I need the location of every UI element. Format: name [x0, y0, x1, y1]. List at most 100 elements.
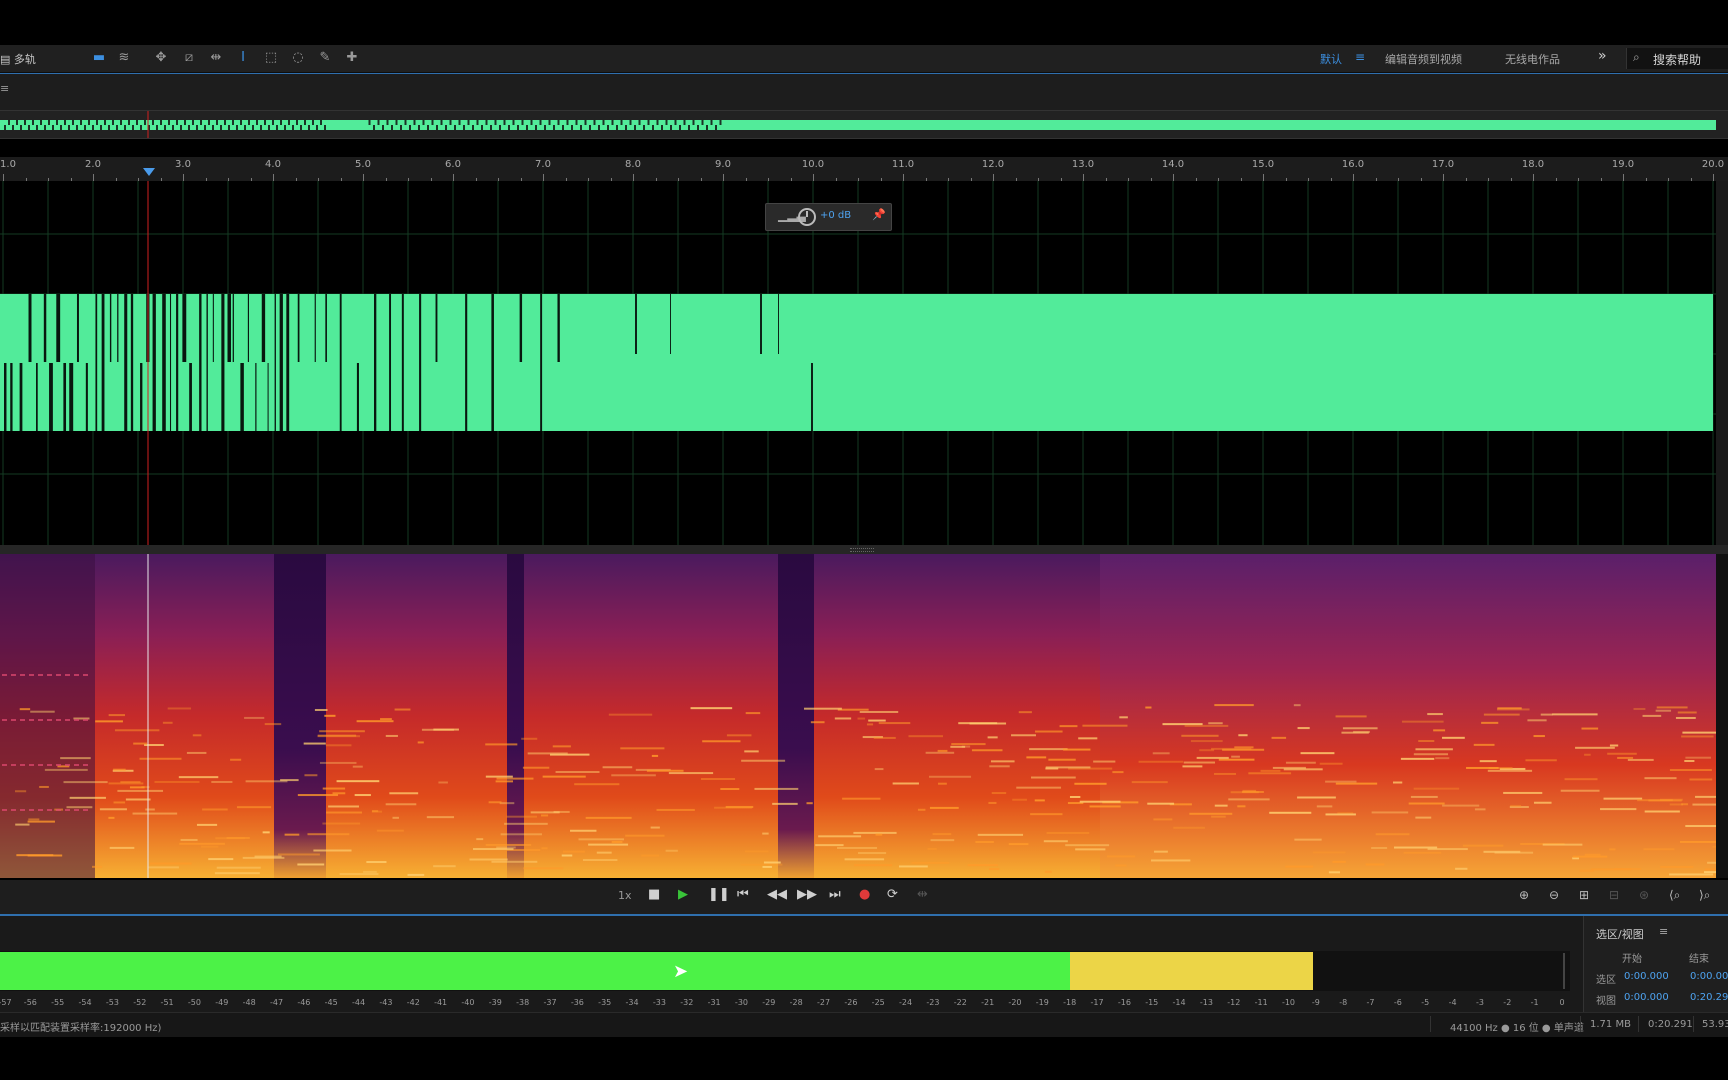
view-end-field[interactable]: 0:20.291 — [1690, 992, 1728, 1003]
loop-button[interactable]: ⟳ — [887, 887, 898, 902]
spectrogram-harmonic — [1393, 846, 1438, 849]
spectrogram-harmonic — [1533, 735, 1545, 738]
spectrogram-harmonic — [328, 805, 360, 808]
go-to-start-button[interactable]: ⏮ — [737, 887, 749, 902]
spectrogram-harmonic — [720, 788, 740, 791]
playback-speed[interactable]: 1x — [618, 889, 632, 902]
spectrogram-harmonic — [1325, 813, 1356, 816]
skip-selection-button[interactable]: ⇹ — [917, 887, 928, 902]
spectrogram-harmonic — [1189, 812, 1233, 815]
marquee-tool-icon[interactable]: ⬚ — [262, 49, 280, 67]
spectrogram-harmonic — [438, 781, 448, 784]
fast-forward-button[interactable]: ▶▶ — [797, 887, 817, 902]
move-tool-icon[interactable]: ✥ — [152, 49, 170, 67]
selection-start-field[interactable]: 0:00.000 — [1624, 971, 1669, 982]
spectrogram-harmonic — [1248, 772, 1292, 775]
stop-button[interactable]: ■ — [648, 887, 660, 902]
overview-gap — [8, 120, 10, 125]
editor-panel-header: ≡ — [0, 74, 1728, 110]
overview-gap — [566, 120, 569, 125]
level-scale-label: -19 — [1035, 998, 1049, 1007]
overview-gap — [116, 125, 118, 130]
lasso-tool-icon[interactable]: ◌ — [289, 49, 307, 67]
spectrogram-harmonic — [1660, 865, 1694, 868]
volume-hud[interactable]: ▁▂▃ +0 dB 📌 — [765, 203, 892, 231]
workspace-default[interactable]: 默认 — [1320, 51, 1342, 67]
healing-tool-icon[interactable]: ✚ — [343, 49, 361, 67]
zoom-in-right-icon[interactable]: ⟩⌕ — [1699, 888, 1710, 903]
spectrogram-harmonic — [19, 708, 31, 711]
go-to-end-button[interactable]: ⏭ — [829, 887, 841, 902]
pause-button[interactable]: ❚❚ — [708, 887, 730, 902]
spectrogram-harmonic — [114, 729, 160, 732]
spectrogram-harmonic — [1415, 748, 1453, 751]
spectrogram-harmonic — [1675, 716, 1696, 719]
workspace-radio[interactable]: 无线电作品 — [1505, 51, 1560, 67]
frequency-scrollbar[interactable] — [1716, 554, 1728, 878]
spectrogram-harmonic — [319, 761, 357, 764]
splitter-grip[interactable] — [850, 548, 874, 552]
zoom-in-left-icon[interactable]: ⟨⌕ — [1669, 888, 1680, 903]
more-workspaces-icon[interactable]: » — [1598, 48, 1607, 64]
overview-gap — [268, 125, 270, 130]
brush-tool-icon[interactable]: ✎ — [316, 49, 334, 67]
level-scale-label: -4 — [1448, 998, 1457, 1007]
workspace-menu-icon[interactable]: ≡ — [1355, 50, 1365, 64]
spectrogram-harmonic — [1401, 720, 1444, 723]
ruler-tick-label: 17.0 — [1431, 159, 1455, 170]
time-selection-tool-icon[interactable]: I — [234, 49, 252, 67]
ruler-tick — [183, 174, 184, 181]
zoom-out-amplitude-icon[interactable]: ⊖ — [1549, 888, 1559, 902]
selection-end-field[interactable]: 0:00.000 — [1690, 971, 1728, 982]
spectrogram-harmonic — [236, 806, 272, 809]
zoom-in-amplitude-icon[interactable]: ⊕ — [1519, 888, 1529, 902]
multitrack-button[interactable]: ▤ 多轨 — [0, 51, 36, 67]
level-scale-label: -41 — [434, 998, 448, 1007]
waveform-gap — [465, 294, 468, 431]
spectral-frequency-display[interactable] — [0, 554, 1716, 878]
file-size: 1.71 MB — [1590, 1019, 1631, 1030]
amplitude-scrollbar[interactable] — [1716, 181, 1728, 545]
record-button[interactable]: ● — [859, 887, 870, 902]
overview-gap — [710, 120, 713, 125]
workspace-edit-video[interactable]: 编辑音频到视频 — [1385, 51, 1462, 67]
overview-gap — [638, 120, 641, 125]
slip-tool-icon[interactable]: ⇹ — [207, 49, 225, 67]
waveform-gap — [557, 294, 560, 362]
level-scale-label: -21 — [981, 998, 995, 1007]
level-scale-label: -14 — [1172, 998, 1186, 1007]
pin-icon[interactable]: 📌 — [872, 208, 886, 221]
play-button[interactable]: ▶ — [678, 887, 688, 902]
ruler-tick — [453, 174, 454, 181]
rewind-button[interactable]: ◀◀ — [767, 887, 787, 902]
search-help-box[interactable]: ⌕ 搜索帮助 — [1626, 48, 1728, 69]
view-start-field[interactable]: 0:00.000 — [1624, 992, 1669, 1003]
overview-gap — [12, 125, 14, 130]
overview-bar[interactable] — [0, 110, 1728, 139]
volume-knob[interactable] — [798, 208, 816, 226]
selection-view-menu-icon[interactable]: ≡ — [1659, 925, 1668, 938]
view-splitter[interactable] — [0, 545, 1728, 554]
waveform-view-icon[interactable]: ▬ — [90, 49, 108, 67]
zoom-center-icon[interactable]: ⊛ — [1639, 888, 1649, 902]
panel-menu-icon[interactable]: ≡ — [0, 82, 9, 95]
spectrogram-harmonic — [1048, 758, 1076, 761]
spectrogram-harmonic — [1034, 799, 1045, 802]
spectrogram-harmonic — [555, 771, 600, 774]
level-scale-label: -42 — [406, 998, 420, 1007]
view-row-label: 视图 — [1596, 996, 1616, 1007]
playhead-marker[interactable] — [143, 168, 155, 176]
zoom-full-icon[interactable]: ⊞ — [1579, 888, 1589, 902]
spectrogram-harmonic — [1173, 826, 1205, 829]
spectral-view-icon[interactable]: ≋ — [115, 49, 133, 67]
spectrogram-harmonic — [1297, 727, 1310, 730]
overview-gap — [324, 125, 326, 130]
time-ruler[interactable]: 1.0 2.0 3.0 4.0 5.0 6.0 7.0 8.0 9.0 10.0 11.0 12.0 1… — [0, 157, 1728, 182]
zoom-selection-icon[interactable]: ⊟ — [1609, 888, 1619, 902]
overview-gap — [652, 125, 654, 130]
razor-tool-icon[interactable]: ⧄ — [180, 49, 198, 67]
spectrogram-harmonic — [407, 873, 425, 876]
waveform-display[interactable]: ▁▂▃ +0 dB 📌 — [0, 181, 1716, 545]
spectrogram-harmonic — [38, 674, 43, 676]
spectrogram-harmonic — [1184, 724, 1229, 727]
